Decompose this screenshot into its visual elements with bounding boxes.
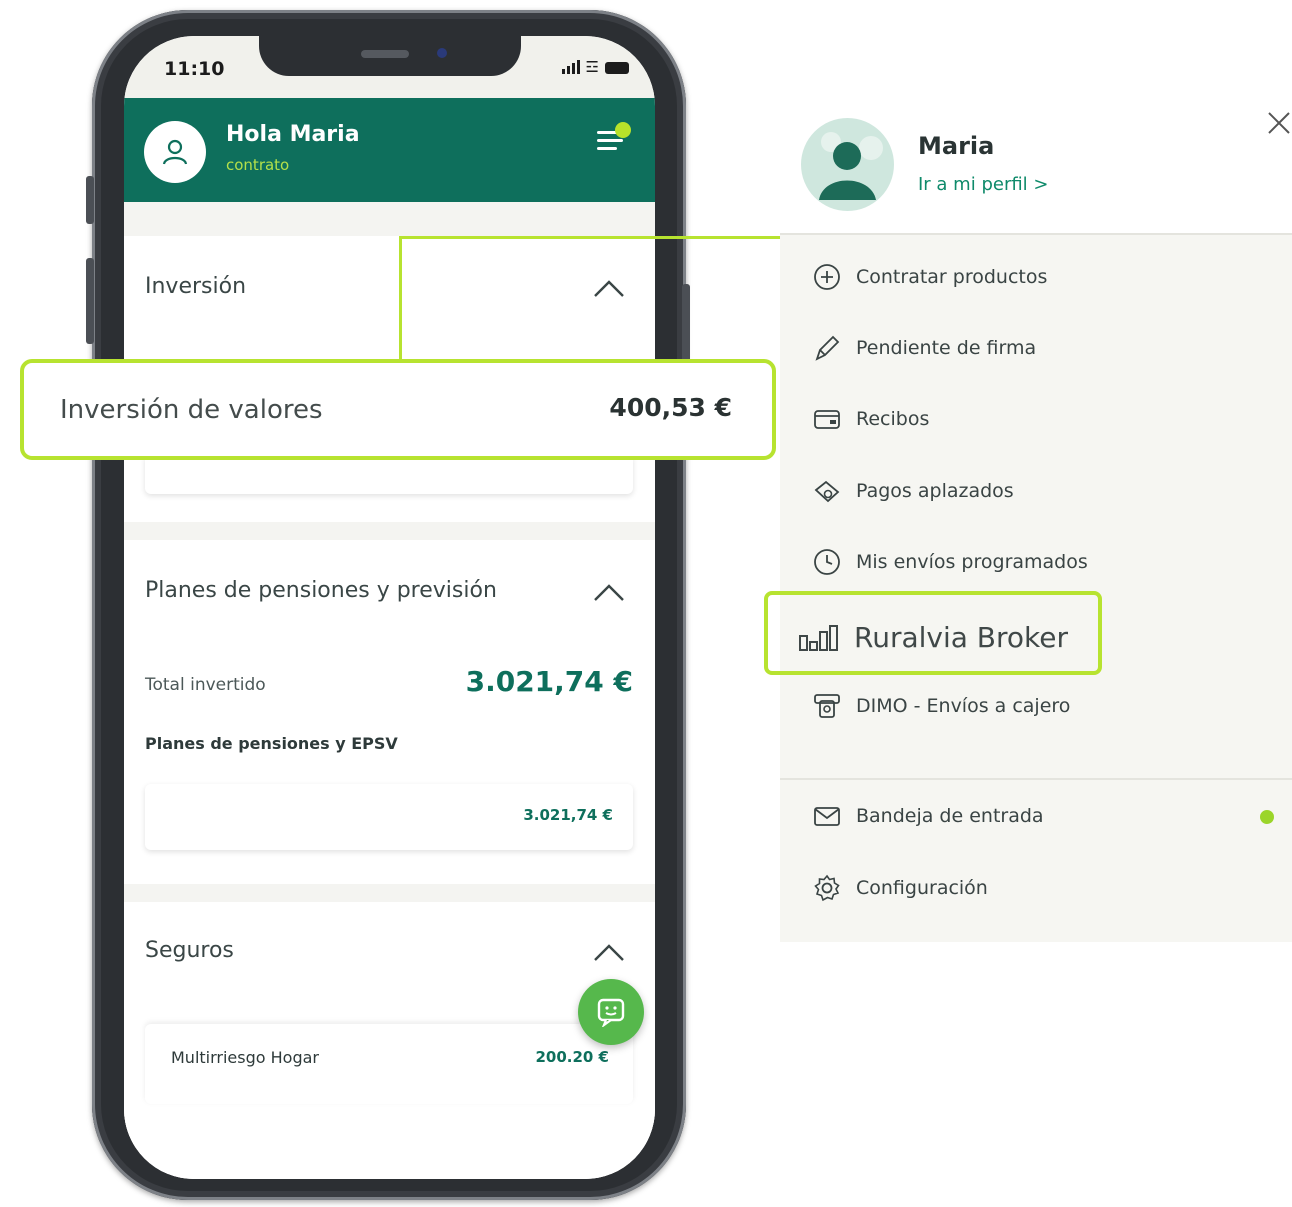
chat-icon	[597, 998, 625, 1027]
wifi-icon: ☲	[585, 58, 599, 76]
chevron-up-icon[interactable]	[593, 278, 625, 298]
profile-name: Maria	[918, 132, 995, 160]
notification-dot	[615, 122, 631, 138]
gear-icon	[814, 874, 840, 902]
broker-highlight-box	[764, 591, 1102, 675]
phone-notch	[259, 36, 521, 76]
menu-item-pendiente-firma[interactable]: Pendiente de firma	[812, 332, 1036, 364]
front-camera	[437, 48, 447, 58]
app-header: Hola Maria contrato	[124, 98, 655, 202]
menu-item-configuracion[interactable]: Configuración	[812, 872, 988, 904]
deferred-payment-icon	[814, 480, 840, 503]
section-title-insurance: Seguros	[145, 938, 234, 963]
investment-card[interactable]	[145, 454, 633, 494]
phone-volume-up	[86, 258, 94, 344]
pen-icon	[815, 335, 840, 361]
chevron-up-icon[interactable]	[593, 942, 625, 962]
status-time: 11:10	[164, 58, 225, 80]
menu-item-label: Pendiente de firma	[856, 337, 1037, 359]
contract-label[interactable]: contrato	[226, 156, 289, 174]
menu-item-label: Recibos	[856, 408, 930, 430]
signal-icon	[561, 60, 580, 74]
divider	[780, 778, 1292, 780]
menu-item-dimo[interactable]: DIMO - Envíos a cajero	[812, 690, 1070, 722]
menu-item-label: Mis envíos programados	[856, 551, 1088, 573]
menu-item-bandeja[interactable]: Bandeja de entrada	[812, 800, 1044, 832]
pensions-section: Planes de pensiones y previsión Total in…	[124, 540, 655, 884]
profile-avatar[interactable]	[801, 118, 894, 211]
menu-item-label: Contratar productos	[856, 266, 1048, 288]
plus-circle-icon	[814, 264, 840, 290]
user-icon	[819, 132, 883, 200]
menu-item-label: Configuración	[856, 877, 988, 899]
menu-item-contratar[interactable]: Contratar productos	[812, 261, 1047, 293]
section-title-pensions: Planes de pensiones y previsión	[145, 578, 497, 603]
menu-item-envios-programados[interactable]: Mis envíos programados	[812, 546, 1088, 578]
profile-link[interactable]: Ir a mi perfil >	[918, 174, 1048, 195]
pensions-subheading: Planes de pensiones y EPSV	[145, 734, 398, 753]
callout-value: 400,53 €	[609, 393, 732, 422]
investment-callout[interactable]: Inversión de valores 400,53 €	[20, 359, 776, 460]
insurance-item-label: Multirriesgo Hogar	[171, 1048, 319, 1067]
menu-item-recibos[interactable]: Recibos	[812, 403, 929, 435]
receipt-icon	[814, 410, 840, 429]
insurance-card[interactable]: Multirriesgo Hogar 200.20 €	[145, 1024, 633, 1104]
menu-item-label: Pagos aplazados	[856, 480, 1014, 502]
avatar[interactable]	[144, 121, 206, 183]
insurance-section: Seguros Multirriesgo Hogar 200.20 €	[124, 902, 655, 1179]
close-icon[interactable]	[1266, 110, 1292, 136]
clock-icon	[814, 549, 840, 575]
connector-line	[399, 236, 402, 360]
divider	[780, 233, 1292, 235]
status-icons: ☲	[561, 58, 629, 76]
unread-dot	[1260, 810, 1274, 824]
pension-plan-card[interactable]: 3.021,74 €	[145, 784, 633, 850]
chevron-up-icon[interactable]	[593, 582, 625, 602]
atm-icon	[814, 694, 840, 718]
menu-profile-header: Maria Ir a mi perfil >	[780, 96, 1292, 233]
callout-label: Inversión de valores	[60, 395, 323, 425]
phone-screen: 11:10 ☲ Hola Maria contrato Inversión Pl…	[124, 36, 655, 1179]
main-content: Inversión Planes de pensiones y previsió…	[124, 202, 655, 1179]
pension-plan-value: 3.021,74 €	[523, 806, 613, 824]
menu-item-pagos-aplazados[interactable]: Pagos aplazados	[812, 475, 1014, 507]
section-title-investment: Inversión	[145, 274, 247, 299]
insurance-item-value: 200.20 €	[535, 1048, 609, 1066]
total-invested-label: Total invertido	[145, 675, 266, 695]
menu-item-label: Bandeja de entrada	[856, 805, 1044, 827]
greeting: Hola Maria	[226, 122, 360, 147]
menu-item-label: DIMO - Envíos a cajero	[856, 695, 1071, 717]
hamburger-menu-icon[interactable]	[597, 122, 631, 152]
phone-mute-switch	[86, 176, 94, 224]
chat-button[interactable]	[578, 979, 644, 1045]
side-menu: Maria Ir a mi perfil > Contratar product…	[780, 96, 1292, 942]
battery-icon	[605, 62, 629, 74]
envelope-icon	[814, 807, 840, 826]
speaker-grille	[361, 50, 409, 58]
user-icon	[162, 139, 188, 165]
total-invested-value: 3.021,74 €	[465, 665, 633, 698]
